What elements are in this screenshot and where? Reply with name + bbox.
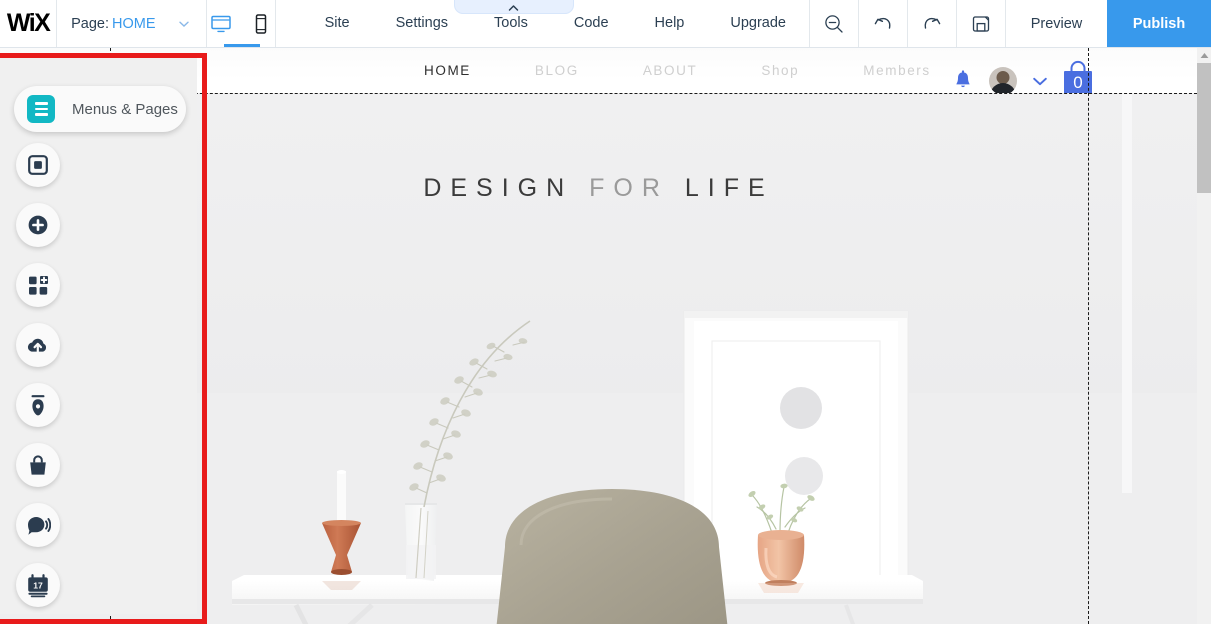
editor-menu-bar: Site Settings Tools Code Help Upgrade (276, 0, 809, 47)
chevron-up-icon (508, 5, 519, 11)
save-disk-icon (972, 15, 990, 32)
editor-top-toolbar: WiX Page: HOME Site Settings Tools Code … (0, 0, 1211, 48)
chevron-down-icon (178, 18, 190, 30)
hero-title-part-2: FOR (589, 174, 669, 202)
preview-button[interactable]: Preview (1005, 0, 1107, 47)
wix-editor-window: WiX Page: HOME Site Settings Tools Code … (0, 0, 1211, 624)
vertical-scroll-thumb[interactable] (1197, 63, 1211, 193)
magnifier-minus-icon (825, 14, 843, 33)
page-selector[interactable]: Page: HOME (57, 0, 207, 47)
site-navigation-menu: HOME BLOG ABOUT Shop Members (392, 63, 963, 78)
cart-count: 0 (1073, 73, 1083, 92)
save-button[interactable] (956, 0, 1005, 47)
mobile-icon[interactable] (249, 11, 273, 37)
desktop-icon[interactable] (209, 11, 233, 37)
hero-title-part-3: LIFE (684, 174, 774, 202)
chevron-down-icon[interactable] (1031, 75, 1049, 87)
page-selector-label: Page: HOME (71, 16, 155, 32)
current-page-name: HOME (112, 15, 156, 32)
avatar[interactable] (989, 67, 1017, 95)
site-nav-item-shop[interactable]: Shop (729, 63, 831, 78)
device-view-toggles (207, 0, 276, 47)
undo-arrow-icon (874, 17, 891, 29)
site-nav-item-members[interactable]: Members (831, 63, 962, 78)
undo-button[interactable] (858, 0, 907, 47)
zoom-out-button[interactable] (809, 0, 858, 47)
site-nav-item-about[interactable]: ABOUT (611, 63, 730, 78)
collapse-toolbar-tab[interactable] (453, 0, 574, 14)
bell-icon[interactable] (953, 69, 973, 93)
site-nav-item-home[interactable]: HOME (392, 63, 503, 78)
scroll-up-arrow-icon[interactable] (1197, 48, 1211, 63)
active-device-underline (223, 44, 260, 47)
menu-item-upgrade[interactable]: Upgrade (707, 0, 809, 47)
site-nav-item-blog[interactable]: BLOG (503, 63, 611, 78)
page-prefix-text: Page: (71, 15, 110, 32)
guide-line-right (1088, 48, 1089, 624)
sidebar-highlight-outline (0, 53, 207, 624)
menu-item-site[interactable]: Site (302, 0, 373, 47)
wix-logo-text: WiX (6, 9, 51, 37)
toolbar-actions: Preview Publish (809, 0, 1211, 47)
wix-logo-button[interactable]: WiX (0, 0, 58, 47)
hero-title-part-1: DESIGN (423, 174, 574, 202)
stage-vertical-scrollbar[interactable] (1197, 48, 1211, 624)
redo-button[interactable] (907, 0, 956, 47)
menu-item-help[interactable]: Help (632, 0, 708, 47)
redo-arrow-icon (924, 17, 941, 29)
publish-button[interactable]: Publish (1107, 0, 1211, 47)
